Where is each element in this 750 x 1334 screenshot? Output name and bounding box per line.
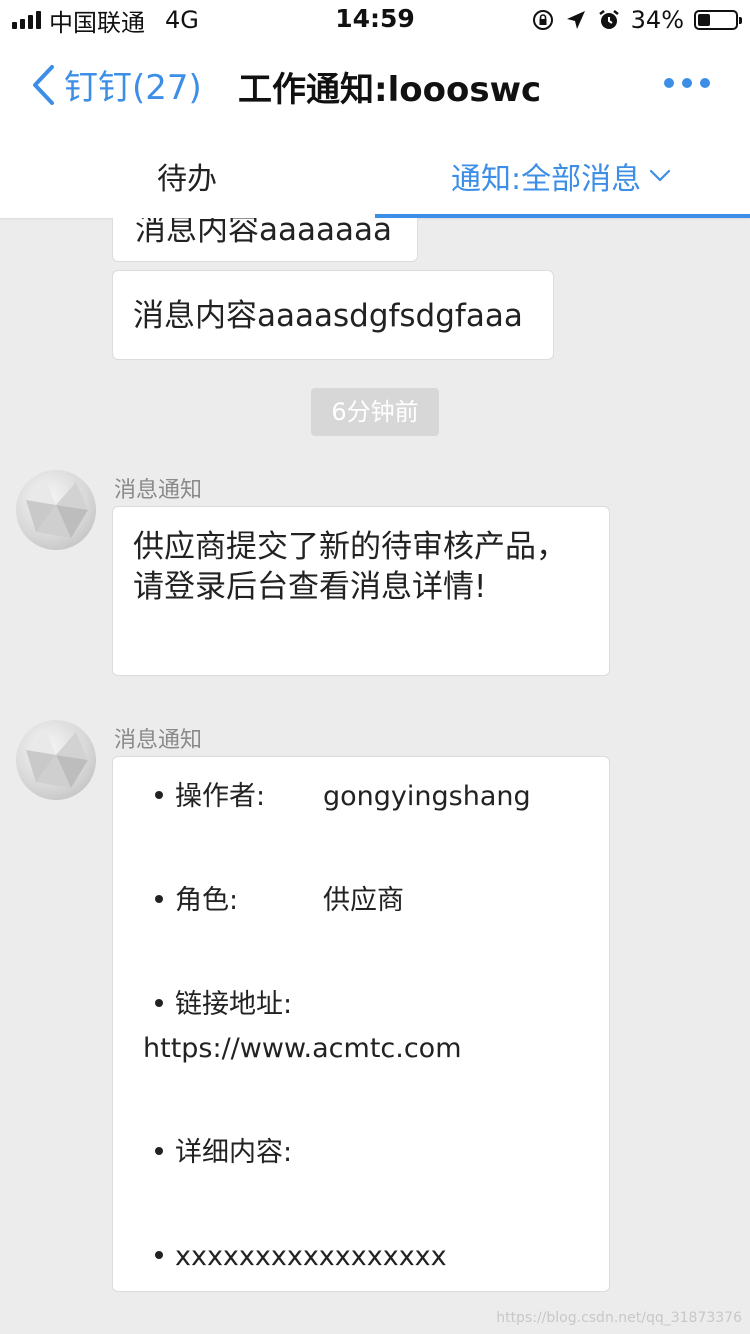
- tab-notice-label: 通知:全部消息: [451, 162, 642, 197]
- field-value: xxxxxxxxxxxxxxxxx: [175, 1241, 447, 1272]
- tab-bar: 待办 通知:全部消息: [0, 128, 750, 218]
- message-text: 供应商提交了新的待审核产品，请登录后台查看消息详情!: [133, 529, 567, 605]
- link[interactable]: https://www.acmtc.com: [143, 1033, 462, 1064]
- field-value: gongyingshang: [323, 781, 531, 812]
- location-icon: [566, 11, 585, 29]
- list-item: 操作者: gongyingshang: [133, 775, 589, 819]
- nav-bar: 钉钉(27) 工作通知:loooswc: [0, 40, 750, 128]
- field-key: 操作者:: [175, 781, 266, 812]
- field-key: 链接地址:: [175, 989, 293, 1020]
- message-list[interactable]: 消息内容aaaaaaa 消息内容aaaasdgfsdgfaaa 6分钟前 消息通…: [0, 218, 750, 1334]
- watermark: https://blog.csdn.net/qq_31873376: [496, 1310, 742, 1326]
- field-key: 详细内容:: [175, 1137, 293, 1168]
- bullet-icon: [155, 1251, 163, 1259]
- message-text: 消息内容aaaasdgfsdgfaaa: [133, 298, 523, 334]
- more-icon[interactable]: [664, 78, 710, 88]
- list-item: 详细内容:: [133, 1131, 589, 1175]
- bullet-icon: [155, 895, 163, 903]
- field-key: 角色:: [175, 885, 239, 916]
- tab-notice[interactable]: 通知:全部消息: [451, 154, 671, 198]
- chevron-left-icon: [33, 64, 54, 105]
- avatar[interactable]: [16, 720, 96, 800]
- page-title: 工作通知:loooswc: [238, 70, 542, 110]
- list-item: 角色: 供应商: [133, 879, 589, 923]
- sender-name: 消息通知: [114, 478, 203, 503]
- message-bubble: 供应商提交了新的待审核产品，请登录后台查看消息详情!: [112, 506, 610, 676]
- list-item: 链接地址: https://www.acmtc.com: [133, 983, 589, 1071]
- back-button[interactable]: 钉钉(27): [30, 60, 202, 109]
- battery-percent: 34%: [630, 6, 684, 34]
- battery-icon: [694, 10, 742, 30]
- status-right: 34%: [531, 6, 742, 34]
- status-bar: 中国联通 4G 14:59 34%: [0, 0, 750, 40]
- field-value: 供应商: [323, 885, 404, 916]
- message-bubble: 消息内容aaaaaaa: [112, 218, 418, 262]
- timestamp-pill: 6分钟前: [311, 388, 439, 436]
- tab-todo[interactable]: 待办: [157, 154, 217, 198]
- avatar[interactable]: [16, 470, 96, 550]
- list-item: xxxxxxxxxxxxxxxxx: [133, 1235, 589, 1279]
- sender-name: 消息通知: [114, 728, 203, 753]
- message-bubble: 消息内容aaaasdgfsdgfaaa: [112, 270, 554, 360]
- chevron-down-icon: [650, 169, 671, 182]
- alarm-icon: [598, 10, 619, 29]
- avatar-pattern-icon: [26, 730, 88, 788]
- bullet-icon: [155, 999, 163, 1007]
- bullet-icon: [155, 791, 163, 799]
- message-text: 消息内容aaaaaaa: [135, 218, 392, 248]
- avatar-pattern-icon: [26, 480, 88, 538]
- rotation-lock-icon: [532, 10, 553, 30]
- bullet-icon: [155, 1147, 163, 1155]
- message-bubble: 操作者: gongyingshang 角色: 供应商 链接地址: https://…: [112, 756, 610, 1292]
- back-label: 钉钉(27): [64, 68, 202, 108]
